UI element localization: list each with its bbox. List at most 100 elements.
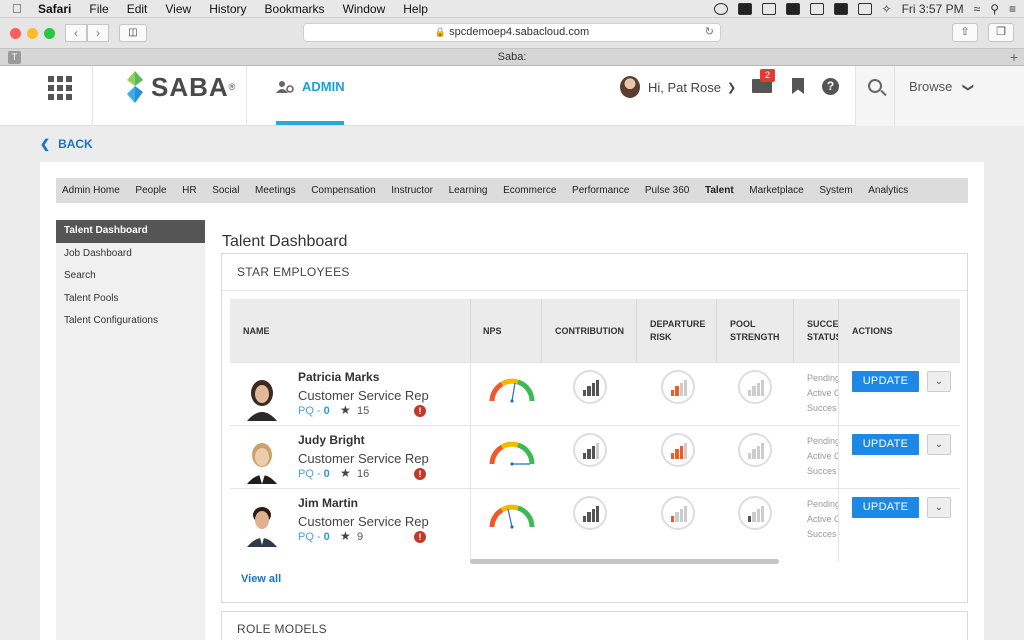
alert-icon[interactable]: ! bbox=[414, 405, 426, 417]
column-header-success-status[interactable]: SUCCES STATUS bbox=[807, 299, 839, 362]
browse-menu[interactable]: Browse ❯ bbox=[909, 79, 974, 94]
column-header-name[interactable]: NAME bbox=[243, 299, 270, 362]
topnav-ecommerce[interactable]: Ecommerce bbox=[503, 185, 556, 196]
gauge-icon bbox=[489, 378, 535, 403]
topnav-hr[interactable]: HR bbox=[182, 185, 196, 196]
employee-photo bbox=[247, 507, 277, 547]
topnav-system[interactable]: System bbox=[819, 185, 852, 196]
wifi-icon[interactable]: ≈ bbox=[974, 2, 981, 16]
column-header-departure-risk[interactable]: DEPARTURE RISK bbox=[650, 299, 705, 362]
menu-help[interactable]: Help bbox=[403, 2, 428, 16]
sidebar-item-talent-dashboard[interactable]: Talent Dashboard bbox=[56, 220, 205, 243]
notification-center-icon[interactable]: ≡ bbox=[1009, 2, 1016, 16]
column-header-line: STATUS bbox=[807, 331, 839, 342]
pq-score[interactable]: PQ - 0 bbox=[298, 405, 330, 417]
bar-chart-icon bbox=[671, 380, 687, 396]
employee-name[interactable]: Judy Bright bbox=[298, 433, 365, 447]
admin-menu[interactable]: ADMIN bbox=[276, 79, 345, 94]
topnav-analytics[interactable]: Analytics bbox=[868, 185, 908, 196]
battery-icon[interactable] bbox=[857, 3, 872, 15]
bluetooth-icon[interactable]: ✧ bbox=[882, 2, 892, 16]
column-header-nps[interactable]: NPS bbox=[483, 299, 502, 362]
role-models-card: ROLE MODELS bbox=[221, 611, 968, 640]
status-line: Pending bbox=[807, 373, 839, 383]
update-button[interactable]: UPDATE bbox=[852, 371, 919, 392]
new-tab-button[interactable]: + bbox=[1010, 49, 1018, 66]
shield-icon[interactable] bbox=[785, 3, 800, 15]
employee-name[interactable]: Patricia Marks bbox=[298, 370, 379, 384]
column-divider bbox=[838, 362, 839, 562]
topnav-meetings[interactable]: Meetings bbox=[255, 185, 296, 196]
back-nav-button[interactable]: ‹ bbox=[65, 24, 87, 42]
menu-safari[interactable]: Safari bbox=[38, 2, 71, 16]
menu-history[interactable]: History bbox=[209, 2, 246, 16]
menu-view[interactable]: View bbox=[165, 2, 191, 16]
topnav-talent[interactable]: Talent bbox=[705, 185, 734, 196]
camera-icon[interactable] bbox=[737, 3, 752, 15]
topnav-performance[interactable]: Performance bbox=[572, 185, 629, 196]
zoom-window-button[interactable] bbox=[44, 27, 55, 39]
pool-strength-indicator bbox=[738, 496, 772, 530]
actions-dropdown-button[interactable]: ⌄ bbox=[927, 497, 951, 518]
topnav-learning[interactable]: Learning bbox=[449, 185, 488, 196]
forward-nav-button[interactable]: › bbox=[87, 24, 109, 42]
bookmark-icon[interactable] bbox=[792, 78, 804, 94]
help-icon[interactable]: ? bbox=[822, 78, 839, 95]
back-link[interactable]: ❮ BACK bbox=[40, 137, 93, 151]
status-app-icon[interactable] bbox=[761, 3, 776, 15]
update-button[interactable]: UPDATE bbox=[852, 497, 919, 518]
alert-icon[interactable]: ! bbox=[414, 468, 426, 480]
close-window-button[interactable] bbox=[10, 27, 21, 39]
pq-score[interactable]: PQ - 0 bbox=[298, 531, 330, 543]
topnav-social[interactable]: Social bbox=[212, 185, 239, 196]
alert-icon[interactable]: ! bbox=[414, 531, 426, 543]
reload-icon[interactable]: ↻ bbox=[705, 24, 714, 41]
saba-logo[interactable]: SABA ® bbox=[125, 70, 235, 104]
column-header-pool-strength[interactable]: POOL STRENGTH bbox=[730, 299, 780, 362]
sidebar-toggle-button[interactable]: ◫ bbox=[119, 24, 147, 42]
status-app-icon[interactable] bbox=[713, 3, 728, 15]
update-button[interactable]: UPDATE bbox=[852, 434, 919, 455]
grid-menu-icon[interactable] bbox=[48, 76, 72, 100]
sidebar-item-search[interactable]: Search bbox=[56, 265, 205, 288]
spotlight-icon[interactable]: ⚲ bbox=[990, 2, 999, 16]
menu-window[interactable]: Window bbox=[343, 2, 386, 16]
pool-strength-indicator bbox=[738, 433, 772, 467]
menu-bookmarks[interactable]: Bookmarks bbox=[265, 2, 325, 16]
minimize-window-button[interactable] bbox=[27, 27, 38, 39]
tabs-overview-button[interactable]: ❐ bbox=[988, 23, 1014, 42]
topnav-compensation[interactable]: Compensation bbox=[311, 185, 375, 196]
lock-icon: 🔒 bbox=[434, 27, 447, 37]
topnav-marketplace[interactable]: Marketplace bbox=[749, 185, 803, 196]
actions-dropdown-button[interactable]: ⌄ bbox=[927, 371, 951, 392]
view-all-link[interactable]: View all bbox=[241, 573, 281, 585]
tab-title[interactable]: Saba: bbox=[498, 51, 527, 63]
menu-edit[interactable]: Edit bbox=[127, 2, 148, 16]
menu-file[interactable]: File bbox=[89, 2, 108, 16]
column-header-actions[interactable]: ACTIONS bbox=[852, 299, 893, 362]
topnav-pulse-360[interactable]: Pulse 360 bbox=[645, 185, 689, 196]
search-icon[interactable] bbox=[868, 79, 882, 93]
keyboard-icon[interactable] bbox=[833, 3, 848, 15]
admin-top-nav: Admin Home People HR Social Meetings Com… bbox=[56, 178, 968, 203]
menubar-status-area: ✧ Fri 3:57 PM ≈ ⚲ ≡ bbox=[713, 0, 1016, 18]
topnav-people[interactable]: People bbox=[135, 185, 166, 196]
pq-score[interactable]: PQ - 0 bbox=[298, 468, 330, 480]
topnav-instructor[interactable]: Instructor bbox=[391, 185, 433, 196]
tab-favicon: T bbox=[8, 51, 21, 64]
apple-icon[interactable]:  bbox=[12, 1, 26, 16]
user-avatar bbox=[620, 76, 640, 98]
actions-dropdown-button[interactable]: ⌄ bbox=[927, 434, 951, 455]
user-menu[interactable]: Hi, Pat Rose ❯ bbox=[620, 76, 736, 98]
sidebar-item-talent-configurations[interactable]: Talent Configurations bbox=[56, 310, 205, 333]
employee-name[interactable]: Jim Martin bbox=[298, 496, 358, 510]
topnav-admin-home[interactable]: Admin Home bbox=[62, 185, 120, 196]
horizontal-scrollbar[interactable] bbox=[470, 559, 779, 564]
column-header-contribution[interactable]: CONTRIBUTION bbox=[555, 299, 624, 362]
sidebar-item-job-dashboard[interactable]: Job Dashboard bbox=[56, 243, 205, 266]
share-button[interactable]: ⇧ bbox=[952, 23, 978, 42]
menubar-clock[interactable]: Fri 3:57 PM bbox=[902, 2, 964, 16]
airplay-icon[interactable] bbox=[809, 3, 824, 15]
address-bar[interactable]: 🔒 spcdemoep4.sabacloud.com ↻ bbox=[303, 23, 721, 42]
sidebar-item-talent-pools[interactable]: Talent Pools bbox=[56, 288, 205, 311]
